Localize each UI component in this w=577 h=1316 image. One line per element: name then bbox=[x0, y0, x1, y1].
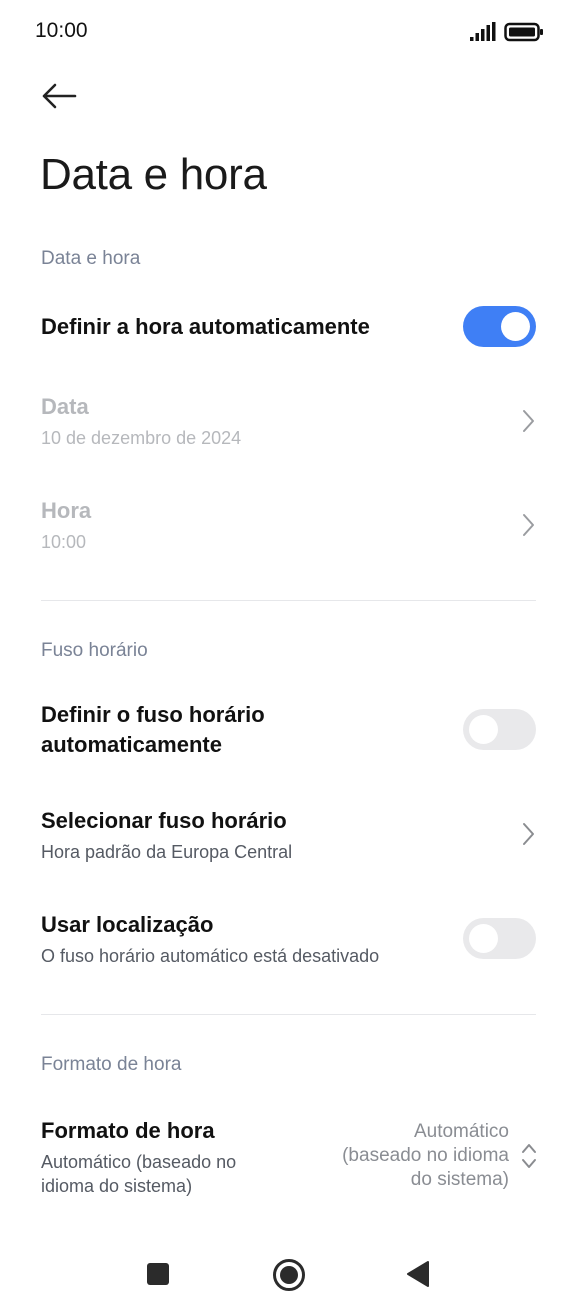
status-time: 10:00 bbox=[35, 19, 88, 42]
date-title: Data bbox=[41, 394, 89, 419]
arrow-left-icon bbox=[42, 83, 77, 109]
time-format-sub-line2: idioma do sistema) bbox=[41, 1176, 193, 1196]
recents-button[interactable] bbox=[138, 1254, 178, 1294]
home-button[interactable] bbox=[268, 1254, 310, 1296]
date-value: 10 de dezembro de 2024 bbox=[41, 428, 242, 448]
auto-zone-title-line1: Definir o fuso horário bbox=[41, 702, 265, 727]
auto-time-row[interactable]: Definir a hora automaticamente bbox=[0, 292, 577, 364]
time-title: Hora bbox=[41, 498, 92, 523]
select-zone-title: Selecionar fuso horário bbox=[41, 808, 287, 833]
section-header-time-zone: Fuso horário bbox=[41, 640, 148, 661]
chevron-up-down-icon bbox=[522, 1144, 536, 1168]
auto-time-title: Definir a hora automaticamente bbox=[41, 314, 370, 339]
toggle-knob bbox=[469, 924, 498, 953]
chevron-right-icon bbox=[523, 410, 534, 432]
auto-zone-title-line2: automaticamente bbox=[41, 732, 222, 757]
auto-zone-row[interactable]: Definir o fuso horário automaticamente bbox=[0, 696, 577, 768]
time-format-title: Formato de hora bbox=[41, 1118, 215, 1143]
auto-zone-toggle[interactable] bbox=[463, 709, 536, 750]
divider bbox=[41, 1014, 536, 1015]
navigation-bar bbox=[0, 1244, 577, 1316]
toggle-knob bbox=[469, 715, 498, 744]
recents-square-icon bbox=[147, 1263, 169, 1285]
chevron-right-icon bbox=[523, 514, 534, 536]
back-button[interactable] bbox=[36, 76, 82, 116]
time-format-value-line2: (baseado no idioma bbox=[342, 1145, 509, 1166]
back-triangle-icon bbox=[407, 1261, 429, 1287]
select-zone-row[interactable]: Selecionar fuso horário Hora padrão da E… bbox=[0, 800, 577, 872]
select-zone-value: Hora padrão da Europa Central bbox=[41, 842, 293, 862]
time-row[interactable]: Hora 10:00 bbox=[0, 490, 577, 562]
use-location-value: O fuso horário automático está desativad… bbox=[41, 946, 380, 966]
signal-icon bbox=[470, 22, 496, 41]
use-location-title: Usar localização bbox=[41, 912, 214, 937]
auto-time-toggle[interactable] bbox=[463, 306, 536, 347]
time-format-value-line1: Automático bbox=[413, 1121, 509, 1142]
status-bar: 10:00 bbox=[0, 0, 577, 64]
time-value: 10:00 bbox=[41, 532, 87, 552]
section-header-time-format: Formato de hora bbox=[41, 1054, 182, 1075]
date-row[interactable]: Data 10 de dezembro de 2024 bbox=[0, 386, 577, 458]
nav-back-button[interactable] bbox=[398, 1254, 438, 1294]
battery-icon bbox=[504, 22, 543, 42]
time-format-sub-line1: Automático (baseado no bbox=[41, 1152, 237, 1172]
time-format-row[interactable]: Formato de hora Automático (baseado no i… bbox=[0, 1110, 577, 1206]
time-format-value-line3: do sistema) bbox=[410, 1169, 509, 1190]
page-title: Data e hora bbox=[40, 150, 267, 199]
home-circle-icon bbox=[273, 1259, 305, 1291]
toggle-knob bbox=[501, 312, 530, 341]
use-location-toggle[interactable] bbox=[463, 918, 536, 959]
divider bbox=[41, 600, 536, 601]
chevron-right-icon bbox=[523, 823, 534, 845]
section-header-date-time: Data e hora bbox=[41, 248, 141, 269]
use-location-row[interactable]: Usar localização O fuso horário automáti… bbox=[0, 904, 577, 976]
